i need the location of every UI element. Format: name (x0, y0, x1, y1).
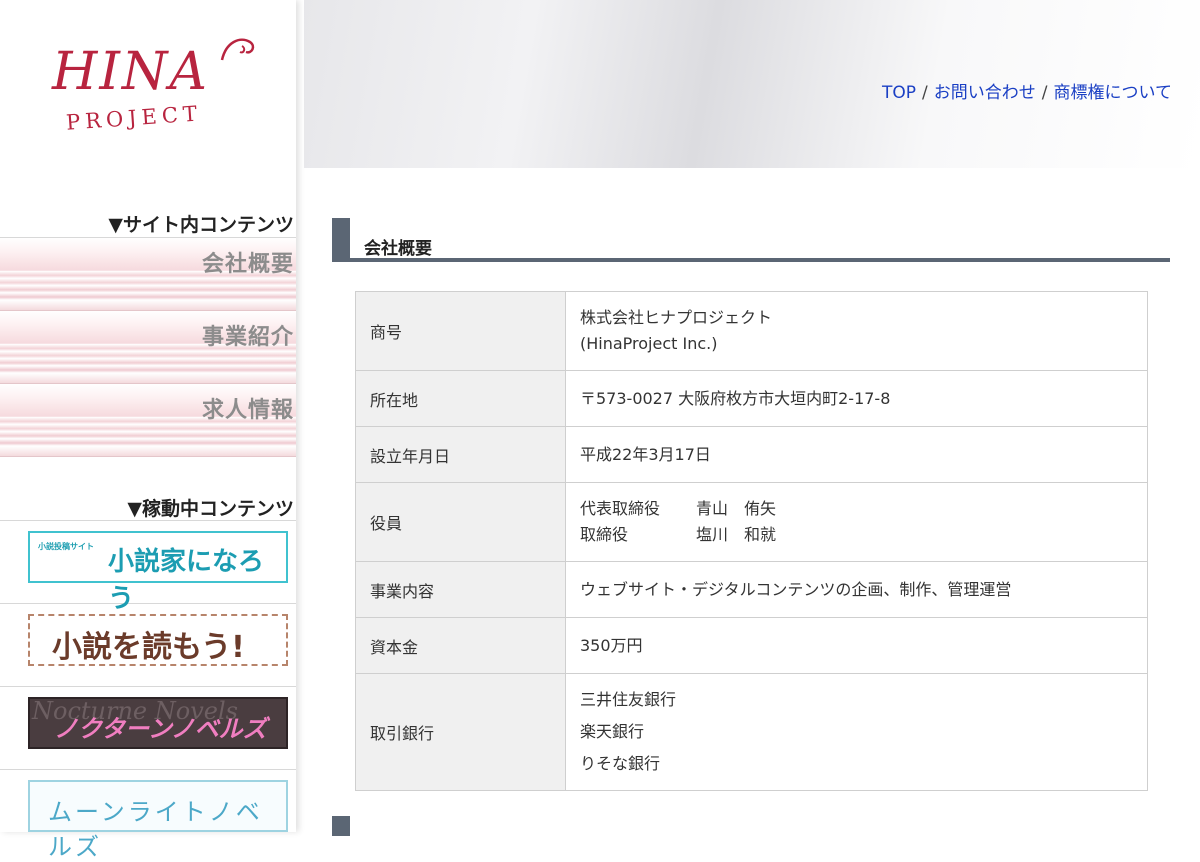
section-title: 会社概要 (364, 239, 432, 259)
logo-subtitle: PROJECT (65, 101, 203, 135)
banner-row: ムーンライトノベルズ (0, 770, 296, 861)
row-key: 設立年月日 (355, 426, 566, 483)
row-value: 三井住友銀行 楽天銀行 りそな銀行 (565, 673, 1148, 791)
officer-role: 代表取締役 (580, 499, 661, 518)
row-value: 平成22年3月17日 (565, 426, 1148, 483)
sidebar-item-label: 求人情報 (201, 398, 294, 423)
bank-name: 楽天銀行 (580, 722, 645, 741)
row-key: 資本金 (355, 617, 566, 674)
officer-line: 取締役 塩川 和就 (580, 522, 1146, 548)
company-name: 株式会社ヒナプロジェクト (580, 308, 773, 327)
sidebar: HINA PROJECT ▼サイト内コンテンツ 会社概要 事業紹介 求人情報 ▼… (0, 0, 296, 861)
company-name-en: (HinaProject Inc.) (580, 334, 718, 353)
row-value: ウェブサイト・デジタルコンテンツの企画、制作、管理運営 (565, 561, 1148, 618)
row-key: 所在地 (355, 370, 566, 427)
section-heading: 会社概要 (332, 218, 1170, 262)
company-info-table: 商号 株式会社ヒナプロジェクト (HinaProject Inc.) 所在地 〒… (355, 291, 1148, 791)
officer-line: 代表取締役 青山 侑矢 (580, 496, 1146, 522)
row-key: 商号 (355, 291, 566, 371)
syosetu-banner[interactable]: 小説投稿サイト 小説家になろう (28, 531, 288, 614)
officer-name: 青山 侑矢 (696, 499, 777, 518)
breadcrumb-trademark-link[interactable]: 商標権について (1054, 83, 1173, 103)
breadcrumb-contact-link[interactable]: お問い合わせ (934, 83, 1036, 103)
banner-title: ノクターンノベルズ (54, 715, 267, 743)
table-row: 資本金 350万円 (355, 617, 1148, 674)
breadcrumb-separator: / (922, 83, 928, 103)
row-value: 代表取締役 青山 侑矢 取締役 塩川 和就 (565, 482, 1148, 562)
sidebar-item-business[interactable]: 事業紹介 (0, 311, 296, 384)
breadcrumb-separator: / (1041, 83, 1048, 103)
officer-role: 取締役 (580, 525, 629, 544)
breadcrumb: TOP / お問い合わせ / 商標権について (882, 78, 1172, 103)
next-section-marker (332, 816, 350, 836)
sidebar-item-label: 会社概要 (201, 252, 294, 277)
bank-name: りそな銀行 (580, 754, 661, 773)
table-row: 事業内容 ウェブサイト・デジタルコンテンツの企画、制作、管理運営 (355, 561, 1148, 618)
table-row: 設立年月日 平成22年3月17日 (355, 426, 1148, 483)
header-band: TOP / お問い合わせ / 商標権について (304, 0, 1200, 168)
table-row: 商号 株式会社ヒナプロジェクト (HinaProject Inc.) (355, 291, 1148, 371)
active-contents-heading: ▼稼動中コンテンツ (127, 498, 294, 520)
row-key: 取引銀行 (355, 673, 566, 791)
breadcrumb-top-link[interactable]: TOP (882, 83, 916, 103)
banner-row: Nocturne Novels ノクターンノベルズ (0, 687, 296, 770)
row-value: 〒573-0027 大阪府枚方市大垣内町2-17-8 (565, 370, 1148, 427)
site-contents-heading: ▼サイト内コンテンツ (108, 214, 294, 236)
logo-ribbon-icon (220, 38, 255, 61)
banner-small-text: 小説投稿サイト (38, 542, 94, 551)
officer-name: 塩川 和就 (696, 525, 777, 544)
row-key: 事業内容 (355, 561, 566, 618)
row-value: 350万円 (565, 617, 1148, 674)
sidebar-item-company-overview[interactable]: 会社概要 (0, 238, 296, 311)
banner-title: 小説を読もう! (52, 630, 245, 665)
table-row: 役員 代表取締役 青山 侑矢 取締役 塩川 和就 (355, 482, 1148, 562)
logo-word: HINA (52, 42, 209, 102)
table-row: 取引銀行 三井住友銀行 楽天銀行 りそな銀行 (355, 673, 1148, 791)
moonlight-banner[interactable]: ムーンライトノベルズ (28, 780, 288, 861)
sidebar-item-label: 事業紹介 (201, 325, 294, 350)
sidebar-item-recruit[interactable]: 求人情報 (0, 384, 296, 457)
bank-name: 三井住友銀行 (580, 690, 677, 709)
banner-row: 小説投稿サイト 小説家になろう (0, 521, 296, 614)
table-row: 所在地 〒573-0027 大阪府枚方市大垣内町2-17-8 (355, 370, 1148, 427)
nocturne-banner[interactable]: Nocturne Novels ノクターンノベルズ (28, 697, 288, 749)
yomou-banner[interactable]: 小説を読もう! (28, 614, 288, 666)
hina-project-logo[interactable]: HINA PROJECT (40, 30, 260, 150)
row-key: 役員 (355, 482, 566, 562)
banner-row: 小説を読もう! (0, 604, 296, 687)
banner-title: ムーンライトノベルズ (48, 798, 263, 861)
row-value: 株式会社ヒナプロジェクト (HinaProject Inc.) (565, 291, 1148, 371)
